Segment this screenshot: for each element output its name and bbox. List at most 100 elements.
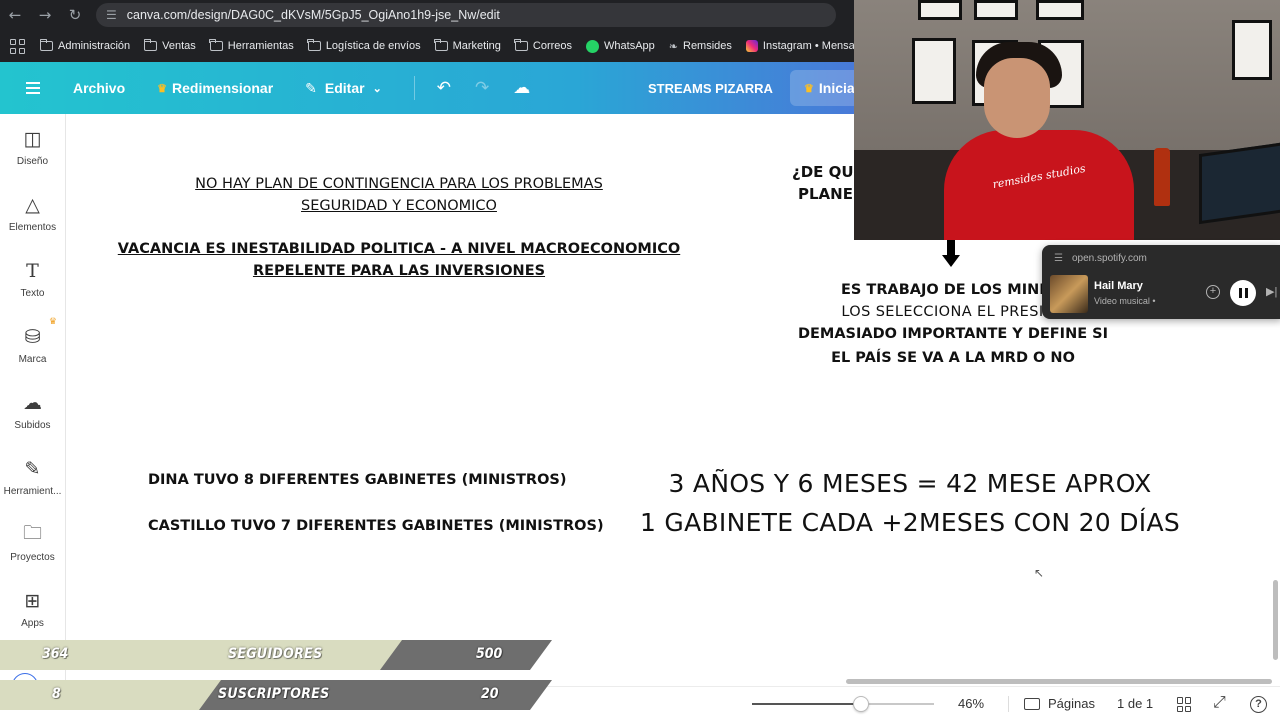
webcam-person-head bbox=[984, 58, 1050, 138]
bookmark-instagram[interactable]: Instagram • Mensajes bbox=[745, 40, 869, 52]
folder-icon bbox=[143, 39, 158, 51]
bookmark-label: Administración bbox=[58, 40, 131, 52]
chevron-down-icon: ⌄ bbox=[372, 82, 382, 95]
resize-label: Redimensionar bbox=[172, 80, 274, 96]
redo-icon[interactable]: ↷ bbox=[475, 78, 489, 98]
bookmark-label: Instagram • Mensajes bbox=[762, 40, 869, 52]
months-line-2: 1 GABINETE CADA +2MESES CON 20 DÍAS bbox=[639, 508, 1181, 537]
sidebar-item-label: Texto bbox=[20, 288, 45, 299]
zoom-level[interactable]: 46% bbox=[958, 696, 984, 711]
fullscreen-icon[interactable]: ⤢ bbox=[1213, 694, 1226, 712]
undo-icon[interactable]: ↶ bbox=[437, 78, 451, 98]
sidebar-item-marca[interactable]: ♛ ⛁ Marca bbox=[0, 312, 65, 378]
sidebar-item-label: Elementos bbox=[8, 222, 57, 233]
wall-poster bbox=[974, 0, 1018, 20]
sidebar-item-elementos[interactable]: △ Elementos bbox=[0, 180, 65, 246]
bookmark-label: Marketing bbox=[452, 40, 501, 52]
menu-icon[interactable] bbox=[26, 79, 40, 97]
back-icon[interactable]: ← bbox=[0, 0, 30, 30]
edit-menu-button[interactable]: ✎ Editar ⌄ bbox=[305, 80, 382, 97]
help-icon[interactable]: ? bbox=[1250, 696, 1267, 713]
bookmark-whatsapp[interactable]: WhatsApp bbox=[586, 39, 655, 53]
webcam-overlay: remsides studios bbox=[854, 0, 1280, 240]
sidebar-item-label: Proyectos bbox=[10, 552, 55, 563]
vertical-scrollbar[interactable] bbox=[1273, 580, 1278, 660]
sidebar-item-texto[interactable]: T Texto bbox=[0, 246, 65, 312]
sidebar-item-herramientas[interactable]: ✎ Herramient... bbox=[0, 444, 65, 510]
layout-icon: ◫ bbox=[23, 128, 42, 150]
reload-icon[interactable]: ↻ bbox=[60, 0, 90, 30]
zoom-slider[interactable] bbox=[752, 696, 934, 712]
file-menu-button[interactable]: Archivo bbox=[73, 80, 125, 96]
bookmark-correos[interactable]: Correos bbox=[514, 39, 572, 52]
webcam-bottle bbox=[1154, 148, 1170, 206]
mouse-cursor-icon: ↖ bbox=[1034, 566, 1045, 580]
bookmark-remsides[interactable]: ❧ Remsides bbox=[669, 40, 732, 53]
bookmark-administracion[interactable]: Administración bbox=[39, 39, 131, 52]
contingency-text[interactable]: NO HAY PLAN DE CONTINGENCIA PARA LOS PRO… bbox=[132, 173, 666, 217]
goal-target: 500 bbox=[476, 646, 503, 662]
page-count[interactable]: 1 de 1 bbox=[1117, 696, 1153, 711]
cloud-saved-icon[interactable]: ☁ bbox=[513, 78, 530, 98]
next-track-icon[interactable]: ▶| bbox=[1266, 285, 1277, 298]
album-art bbox=[1050, 275, 1088, 313]
followers-goal-bar: 364 SEGUIDORES 500 bbox=[0, 640, 552, 670]
folder-icon bbox=[514, 39, 528, 51]
add-icon[interactable]: + bbox=[1206, 285, 1220, 299]
screen: ← → ↻ ☰ canva.com/design/DAG0C_dKVsM/5Gp… bbox=[0, 0, 1280, 720]
goal-current: 8 bbox=[52, 686, 61, 702]
spotify-site: open.spotify.com bbox=[1072, 253, 1147, 264]
goal-current: 364 bbox=[42, 646, 69, 662]
pause-button[interactable] bbox=[1230, 280, 1256, 306]
folder-icon bbox=[39, 39, 53, 51]
bookmark-logistica[interactable]: Logística de envíos bbox=[307, 39, 421, 52]
folder-icon bbox=[209, 39, 223, 51]
site-settings-icon[interactable]: ☰ bbox=[1054, 253, 1063, 264]
sidebar-item-subidos[interactable]: ☁ Subidos bbox=[0, 378, 65, 444]
dina-text[interactable]: DINA TUVO 8 DIFERENTES GABINETES (MINIST… bbox=[148, 469, 567, 491]
months-text[interactable]: 3 AÑOS Y 6 MESES = 42 MESE APROX 1 GABIN… bbox=[632, 464, 1188, 542]
pages-button[interactable]: Páginas bbox=[1024, 696, 1095, 711]
bookmark-marketing[interactable]: Marketing bbox=[434, 39, 501, 52]
subscribers-goal-bar: 8 SUSCRIPTORES 20 bbox=[0, 680, 552, 710]
folder-icon: 🗀 bbox=[22, 522, 42, 544]
whatsapp-icon bbox=[586, 39, 600, 53]
grid-view-icon[interactable] bbox=[1177, 697, 1192, 712]
track-subtitle: Video musical • bbox=[1094, 296, 1156, 306]
url-text: canva.com/design/DAG0C_dKVsM/5GpJ5_OgiAn… bbox=[126, 8, 500, 22]
bookmark-label: Ventas bbox=[162, 40, 196, 52]
url-input[interactable]: ☰ canva.com/design/DAG0C_dKVsM/5GpJ5_Ogi… bbox=[96, 3, 836, 27]
resize-button[interactable]: ♛ Redimensionar bbox=[157, 80, 273, 96]
pages-icon bbox=[1024, 697, 1040, 710]
wall-poster bbox=[1232, 20, 1272, 80]
webcam-person-body bbox=[944, 130, 1134, 240]
sidebar-item-proyectos[interactable]: 🗀 Proyectos bbox=[0, 510, 65, 576]
ministers-line-3: DEMASIADO IMPORTANTE Y DEFINE SI bbox=[797, 326, 1109, 342]
ministers-line-4: EL PAÍS SE VA A LA MRD O NO bbox=[831, 350, 1075, 366]
document-title[interactable]: STREAMS PIZARRA bbox=[648, 81, 773, 96]
wall-poster bbox=[912, 38, 956, 104]
folder-icon bbox=[434, 39, 448, 51]
shapes-icon: △ bbox=[25, 194, 40, 216]
crown-icon: ♛ bbox=[157, 82, 167, 95]
bookmark-label: Logística de envíos bbox=[325, 40, 421, 52]
sidebar-item-label: Subidos bbox=[14, 420, 51, 431]
horizontal-scrollbar[interactable] bbox=[846, 679, 1272, 684]
text-icon: T bbox=[26, 260, 39, 282]
apps-grid-icon[interactable] bbox=[8, 37, 26, 55]
castillo-text[interactable]: CASTILLO TUVO 7 DIFERENTES GABINETES (MI… bbox=[148, 515, 604, 537]
sidebar-item-apps[interactable]: ⊞ Apps bbox=[0, 576, 65, 642]
bookmark-ventas[interactable]: Ventas bbox=[143, 39, 196, 52]
tools-icon: ✎ bbox=[24, 458, 41, 480]
forward-icon[interactable]: → bbox=[30, 0, 60, 30]
bookmark-label: Herramientas bbox=[227, 40, 294, 52]
sidebar-item-diseno[interactable]: ◫ Diseño bbox=[0, 114, 65, 180]
wall-poster bbox=[1036, 0, 1084, 20]
vacancia-text[interactable]: VACANCIA ES INESTABILIDAD POLITICA - A N… bbox=[112, 238, 686, 282]
site-settings-icon[interactable]: ☰ bbox=[106, 8, 117, 22]
bookmark-herramientas[interactable]: Herramientas bbox=[209, 39, 294, 52]
zoom-slider-handle[interactable] bbox=[853, 696, 869, 712]
sidebar-item-label: Diseño bbox=[16, 156, 49, 167]
sidebar-item-label: Apps bbox=[21, 618, 44, 629]
sidebar-item-label: Herramient... bbox=[3, 486, 62, 497]
